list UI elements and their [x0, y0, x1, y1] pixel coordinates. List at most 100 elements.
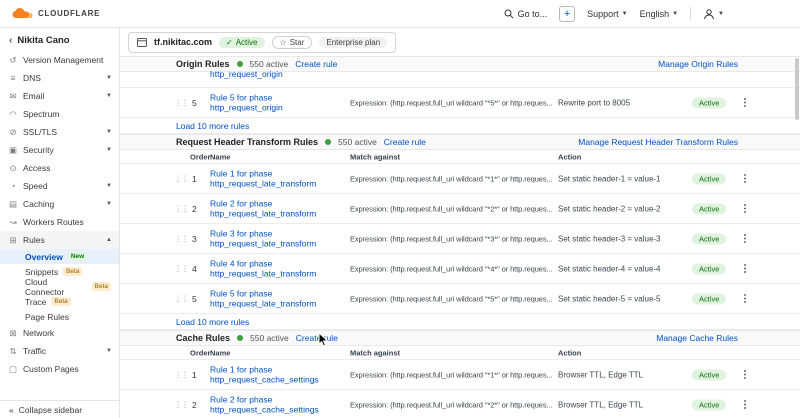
drag-handle-icon[interactable]: ⋮⋮: [174, 370, 188, 379]
chevron-down-icon: ▼: [106, 348, 112, 354]
create-rule-link[interactable]: Create rule: [295, 59, 337, 69]
load-more-row: Load 10 more rules: [120, 118, 800, 134]
domain-name: tf.nikitac.com: [154, 37, 212, 47]
table-row: http_request_origin: [120, 72, 800, 88]
sidebar-item-network[interactable]: ⊠ Network: [0, 324, 119, 342]
rule-action: Browser TTL, Edge TTL: [558, 370, 686, 379]
create-rule-link[interactable]: Create rule: [384, 137, 426, 147]
kebab-menu-icon[interactable]: ⋮: [740, 369, 750, 380]
sidebar-item-ssl-tls[interactable]: ⊘ SSL/TLS ▼: [0, 123, 119, 141]
drag-handle-icon[interactable]: ⋮⋮: [174, 264, 188, 273]
sidebar-item-speed[interactable]: ◔ Speed ▼: [0, 177, 119, 195]
rule-expression: Expression: (http.request.full_uri wildc…: [350, 174, 556, 183]
sidebar-item-access[interactable]: ⊙ Access: [0, 159, 119, 177]
section-title: Request Header Transform Rules: [176, 137, 318, 147]
status-badge: Active: [692, 203, 726, 214]
language-menu[interactable]: English ▼: [640, 9, 678, 19]
sidebar-item-label: Page Rules: [25, 312, 69, 322]
section-header: Request Header Transform Rules 550 activ…: [120, 134, 800, 150]
manage-header-transform-rules-link[interactable]: Manage Request Header Transform Rules: [578, 137, 738, 147]
sidebar-item-label: Network: [23, 328, 54, 338]
kebab-menu-icon[interactable]: ⋮: [740, 173, 750, 184]
rule-order: 5: [192, 294, 197, 304]
sidebar-item-rules-overview[interactable]: Overview New: [0, 249, 119, 264]
rule-name-link[interactable]: Rule 1 for phasehttp_request_late_transf…: [210, 168, 348, 189]
kebab-menu-icon[interactable]: ⋮: [740, 263, 750, 274]
request-header-transform-rules-section: Request Header Transform Rules 550 activ…: [120, 134, 800, 330]
drag-handle-icon[interactable]: ⋮⋮: [174, 294, 188, 303]
active-dot-icon: [237, 335, 243, 341]
spectrum-icon: ◠: [8, 109, 18, 120]
manage-origin-rules-link[interactable]: Manage Origin Rules: [658, 59, 738, 69]
sidebar-item-page-rules[interactable]: Page Rules: [0, 309, 119, 324]
load-more-link[interactable]: Load 10 more rules: [176, 317, 249, 327]
drag-handle-icon[interactable]: ⋮⋮: [174, 204, 188, 213]
column-action: Action: [558, 348, 581, 357]
load-more-row: Load 10 more rules: [120, 314, 800, 330]
support-label: Support: [587, 9, 619, 19]
account-switcher[interactable]: ‹ Nikita Cano: [0, 28, 119, 51]
sidebar-item-label: Email: [23, 91, 44, 101]
sidebar-item-rules[interactable]: ⊞ Rules ▲: [0, 231, 119, 249]
column-name: Name: [210, 348, 230, 357]
kebab-menu-icon[interactable]: ⋮: [740, 293, 750, 304]
traffic-icon: ⇅: [8, 346, 18, 357]
rule-name-link[interactable]: Rule 2 for phasehttp_request_late_transf…: [210, 198, 348, 219]
star-button[interactable]: ☆Star: [272, 36, 313, 49]
table-row: ⋮⋮ 2 Rule 2 for phasehttp_request_cache_…: [120, 390, 800, 418]
table-row: ⋮⋮ 2 Rule 2 for phasehttp_request_late_t…: [120, 194, 800, 224]
manage-cache-rules-link[interactable]: Manage Cache Rules: [656, 333, 738, 343]
kebab-menu-icon[interactable]: ⋮: [740, 203, 750, 214]
drag-handle-icon[interactable]: ⋮⋮: [174, 234, 188, 243]
load-more-link[interactable]: Load 10 more rules: [176, 121, 249, 131]
speed-icon: ◔: [8, 181, 18, 191]
sidebar-item-caching[interactable]: ▤ Caching ▼: [0, 195, 119, 213]
sidebar-item-trace[interactable]: Trace Beta: [0, 294, 119, 309]
rule-name-link[interactable]: Rule 3 for phasehttp_request_late_transf…: [210, 228, 348, 249]
goto-search[interactable]: Go to...: [504, 9, 548, 19]
create-rule-link[interactable]: Create rule: [296, 333, 338, 343]
sidebar-item-version-management[interactable]: ↺ Version Management: [0, 51, 119, 69]
kebab-menu-icon[interactable]: ⋮: [740, 233, 750, 244]
chevron-up-icon: ▲: [106, 237, 112, 243]
sidebar-item-dns[interactable]: ≡ DNS ▼: [0, 69, 119, 87]
drag-handle-icon[interactable]: ⋮⋮: [174, 400, 188, 409]
rule-name-link[interactable]: Rule 5 for phasehttp_request_late_transf…: [210, 288, 348, 309]
kebab-menu-icon[interactable]: ⋮: [740, 399, 750, 410]
drag-handle-icon[interactable]: ⋮⋮: [174, 98, 188, 107]
drag-handle-icon[interactable]: ⋮⋮: [174, 174, 188, 183]
rule-name-link[interactable]: Rule 2 for phasehttp_request_cache_setti…: [210, 394, 348, 415]
status-badge: Active: [692, 97, 726, 108]
chevron-down-icon: ▼: [106, 183, 112, 189]
chevron-down-icon: ▼: [106, 129, 112, 135]
collapse-sidebar-button[interactable]: « Collapse sidebar: [0, 400, 119, 418]
domain-bar: tf.nikitac.com ✓Active ☆Star Enterprise …: [120, 28, 800, 56]
scrollbar[interactable]: [795, 58, 799, 120]
column-order: Order: [190, 152, 210, 161]
add-button[interactable]: +: [559, 6, 575, 22]
rule-order: 4: [192, 264, 197, 274]
sidebar-item-email[interactable]: ✉ Email ▼: [0, 87, 119, 105]
beta-badge: Beta: [92, 282, 111, 291]
sidebar-item-traffic[interactable]: ⇅ Traffic ▼: [0, 342, 119, 360]
cloudflare-logo[interactable]: CLOUDFLARE: [12, 8, 100, 19]
workers-routes-icon: ↝: [8, 217, 18, 228]
rule-name-link[interactable]: Rule 5 for phasehttp_request_origin: [210, 92, 348, 113]
user-menu[interactable]: ▼: [703, 8, 724, 20]
rule-name-link[interactable]: Rule 4 for phasehttp_request_late_transf…: [210, 258, 348, 279]
domain-box: tf.nikitac.com ✓Active ☆Star Enterprise …: [128, 32, 396, 53]
dns-icon: ≡: [8, 73, 18, 83]
sidebar-item-custom-pages[interactable]: ▢ Custom Pages: [0, 360, 119, 378]
rule-name-link[interactable]: http_request_origin: [210, 69, 283, 79]
sidebar-item-label: Spectrum: [23, 109, 59, 119]
rule-name-link[interactable]: Rule 1 for phasehttp_request_cache_setti…: [210, 364, 348, 385]
language-label: English: [640, 9, 670, 19]
sidebar-item-security[interactable]: ▣ Security ▼: [0, 141, 119, 159]
support-menu[interactable]: Support ▼: [587, 9, 627, 19]
sidebar-item-workers-routes[interactable]: ↝ Workers Routes: [0, 213, 119, 231]
sidebar-item-label: Custom Pages: [23, 364, 79, 374]
sidebar-item-cloud-connector[interactable]: Cloud Connector Beta: [0, 279, 119, 294]
kebab-menu-icon[interactable]: ⋮: [740, 97, 750, 108]
plan-badge: Enterprise plan: [319, 37, 387, 48]
sidebar-item-spectrum[interactable]: ◠ Spectrum: [0, 105, 119, 123]
